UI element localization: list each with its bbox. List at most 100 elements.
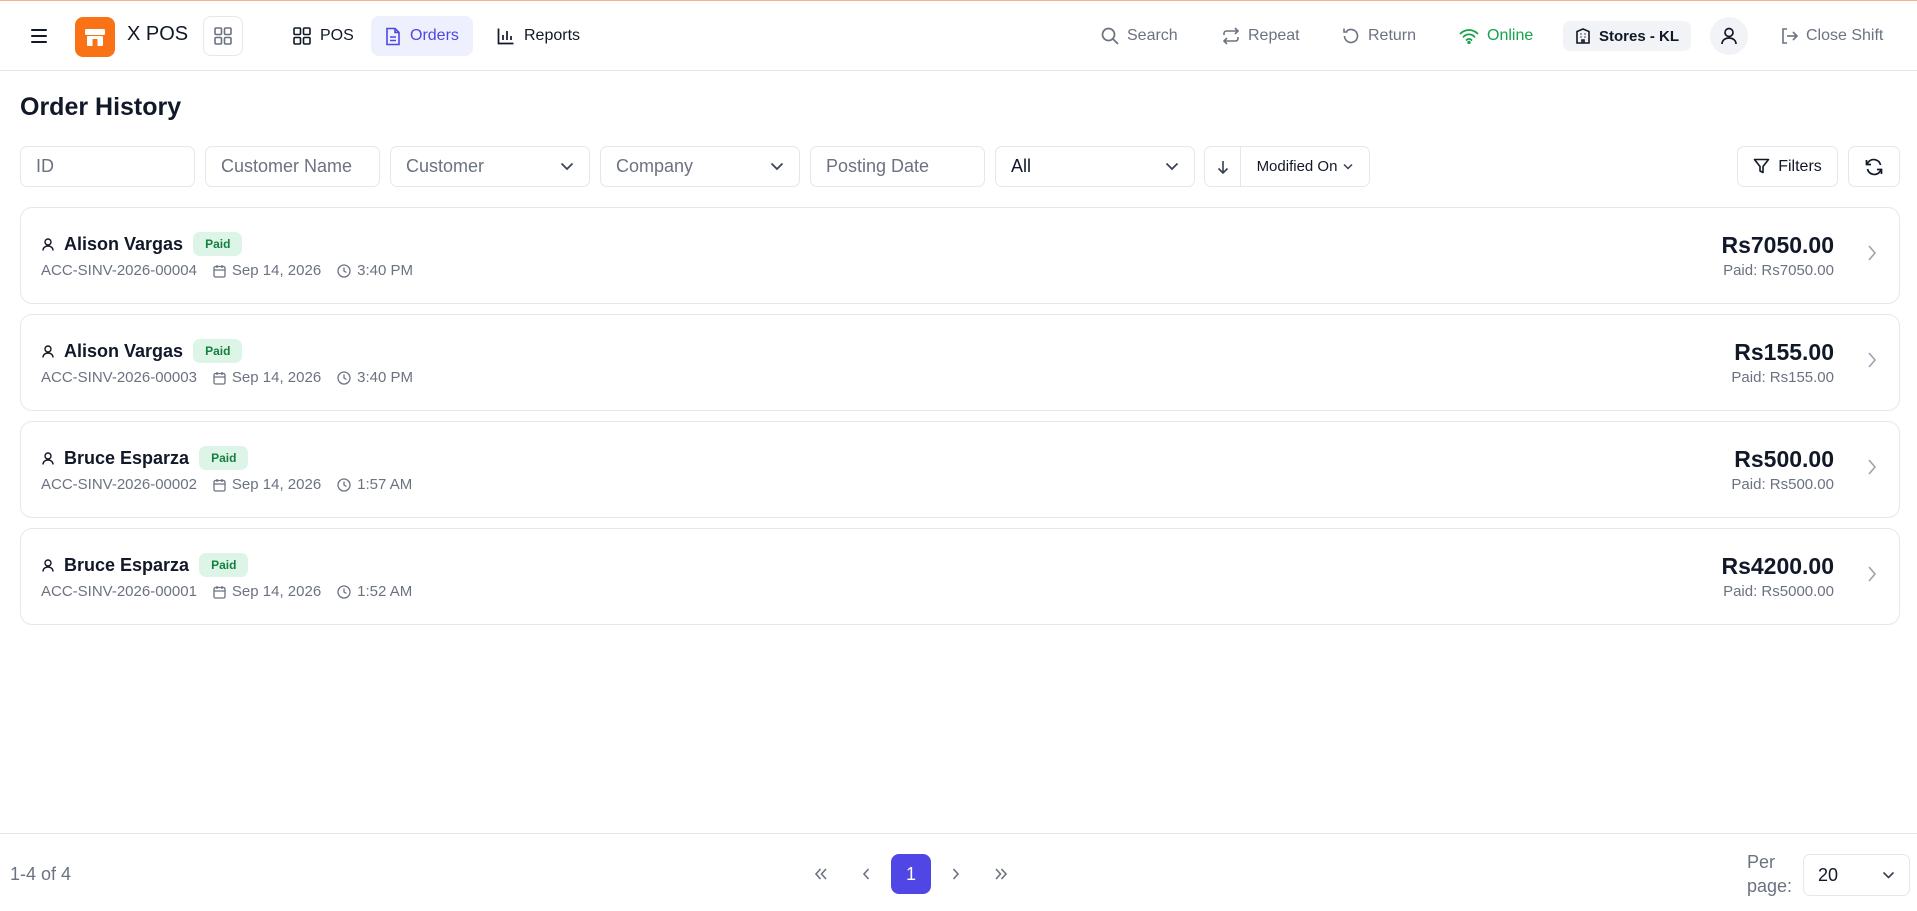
posting-date-field[interactable]	[810, 146, 985, 187]
order-card[interactable]: Alison Vargas Paid ACC-SINV-2026-00004 S…	[20, 207, 1900, 304]
page-button-current[interactable]: 1	[891, 854, 931, 894]
status-badge: Paid	[193, 339, 243, 363]
order-total: Rs500.00	[1734, 446, 1834, 472]
order-card[interactable]: Bruce Esparza Paid ACC-SINV-2026-00001 S…	[20, 528, 1900, 625]
return-label: Return	[1368, 27, 1417, 44]
sort-field-label: Modified On	[1256, 158, 1338, 175]
repeat-label: Repeat	[1248, 27, 1300, 44]
calendar-icon	[213, 371, 226, 385]
user-menu-button[interactable]	[1710, 17, 1748, 55]
chevrons-right-icon	[995, 868, 1008, 880]
apps-switcher-button[interactable]	[203, 16, 243, 56]
order-customer-name: Bruce Esparza	[64, 554, 190, 575]
user-icon	[42, 451, 54, 465]
chevron-down-icon	[1343, 163, 1353, 170]
order-card[interactable]: Alison Vargas Paid ACC-SINV-2026-00003 S…	[20, 314, 1900, 411]
order-date: Sep 14, 2026	[231, 476, 322, 493]
order-time: 1:57 AM	[357, 476, 413, 493]
id-filter-field[interactable]	[20, 146, 195, 187]
app-logo	[75, 17, 115, 57]
customer-select[interactable]: Customer	[390, 146, 590, 187]
order-paid-amount: Paid: Rs5000.00	[1723, 583, 1834, 600]
filters-button[interactable]: Filters	[1737, 146, 1838, 187]
clock-icon	[337, 584, 351, 599]
per-page-select[interactable]: 20	[1803, 854, 1910, 896]
document-icon	[386, 27, 400, 45]
search-label: Search	[1127, 27, 1178, 44]
chevron-down-icon	[1165, 162, 1179, 171]
order-time: 1:52 AM	[357, 583, 413, 600]
order-id: ACC-SINV-2026-00002	[41, 476, 197, 493]
status-badge: Paid	[199, 553, 249, 577]
close-shift-button[interactable]: Close Shift	[1780, 19, 1883, 53]
pagination-range: 1-4 of 4	[10, 864, 72, 884]
search-button[interactable]: Search	[1101, 19, 1178, 53]
previous-page-button[interactable]	[846, 854, 886, 894]
menu-icon[interactable]	[28, 25, 50, 47]
order-customer-name: Bruce Esparza	[64, 447, 190, 468]
calendar-icon	[213, 264, 226, 278]
id-filter-input[interactable]	[36, 156, 179, 177]
return-button[interactable]: Return	[1342, 19, 1416, 53]
order-total: Rs155.00	[1734, 339, 1834, 365]
grid-icon	[293, 27, 311, 45]
filters-label: Filters	[1778, 157, 1822, 175]
chevron-right-icon	[1868, 566, 1877, 582]
clock-icon	[337, 477, 351, 492]
customer-name-input[interactable]	[221, 156, 364, 177]
order-id: ACC-SINV-2026-00004	[41, 262, 197, 279]
chevron-down-icon	[560, 162, 574, 171]
calendar-icon	[213, 585, 226, 599]
chevrons-left-icon	[814, 868, 827, 880]
order-card[interactable]: Bruce Esparza Paid ACC-SINV-2026-00002 S…	[20, 421, 1900, 518]
order-paid-amount: Paid: Rs7050.00	[1723, 262, 1834, 279]
repeat-button[interactable]: Repeat	[1222, 19, 1300, 53]
order-date: Sep 14, 2026	[231, 369, 322, 386]
bar-chart-icon	[497, 28, 514, 45]
filter-icon	[1753, 158, 1770, 174]
wifi-icon	[1459, 29, 1479, 44]
online-label: Online	[1487, 27, 1534, 44]
sort-direction-button[interactable]	[1205, 147, 1241, 186]
sort-field-select[interactable]: Modified On	[1241, 158, 1369, 175]
order-id: ACC-SINV-2026-00001	[41, 583, 197, 600]
repeat-icon	[1222, 27, 1240, 45]
order-id: ACC-SINV-2026-00003	[41, 369, 197, 386]
company-select-label: Company	[616, 156, 694, 176]
search-icon	[1101, 27, 1119, 45]
order-time: 3:40 PM	[357, 262, 414, 279]
nav-orders[interactable]: Orders	[371, 16, 473, 56]
refresh-button[interactable]	[1848, 146, 1900, 187]
calendar-icon	[213, 478, 226, 492]
company-select[interactable]: Company	[600, 146, 800, 187]
store-selector[interactable]: Stores - KL	[1563, 21, 1692, 51]
chevron-down-icon	[770, 162, 784, 171]
order-paid-amount: Paid: Rs500.00	[1731, 476, 1834, 493]
next-page-button[interactable]	[936, 854, 976, 894]
order-time: 3:40 PM	[357, 369, 414, 386]
last-page-button[interactable]	[981, 854, 1021, 894]
app-root: X POS POS Orders Reports Search Repeat R…	[0, 0, 1917, 911]
nav-reports[interactable]: Reports	[483, 16, 594, 56]
user-icon	[42, 558, 54, 572]
nav-pos[interactable]: POS	[279, 16, 368, 56]
first-page-button[interactable]	[801, 854, 841, 894]
status-badge: Paid	[199, 446, 249, 470]
order-date: Sep 14, 2026	[231, 583, 322, 600]
nav-pos-label: POS	[320, 27, 354, 44]
customer-name-field[interactable]	[205, 146, 380, 187]
status-select[interactable]: All	[995, 146, 1195, 187]
posting-date-input[interactable]	[826, 156, 969, 177]
page-title: Order History	[20, 93, 182, 121]
customer-select-label: Customer	[406, 156, 485, 176]
order-paid-amount: Paid: Rs155.00	[1731, 369, 1834, 386]
status-select-label: All	[1011, 156, 1032, 176]
app-name: X POS	[127, 23, 189, 45]
sort-control: Modified On	[1204, 146, 1370, 187]
chevron-right-icon	[1868, 459, 1877, 475]
chevron-right-icon	[952, 868, 960, 880]
user-icon	[1721, 27, 1737, 45]
user-icon	[42, 237, 54, 251]
apps-grid-icon	[214, 27, 232, 45]
clock-icon	[337, 263, 351, 278]
